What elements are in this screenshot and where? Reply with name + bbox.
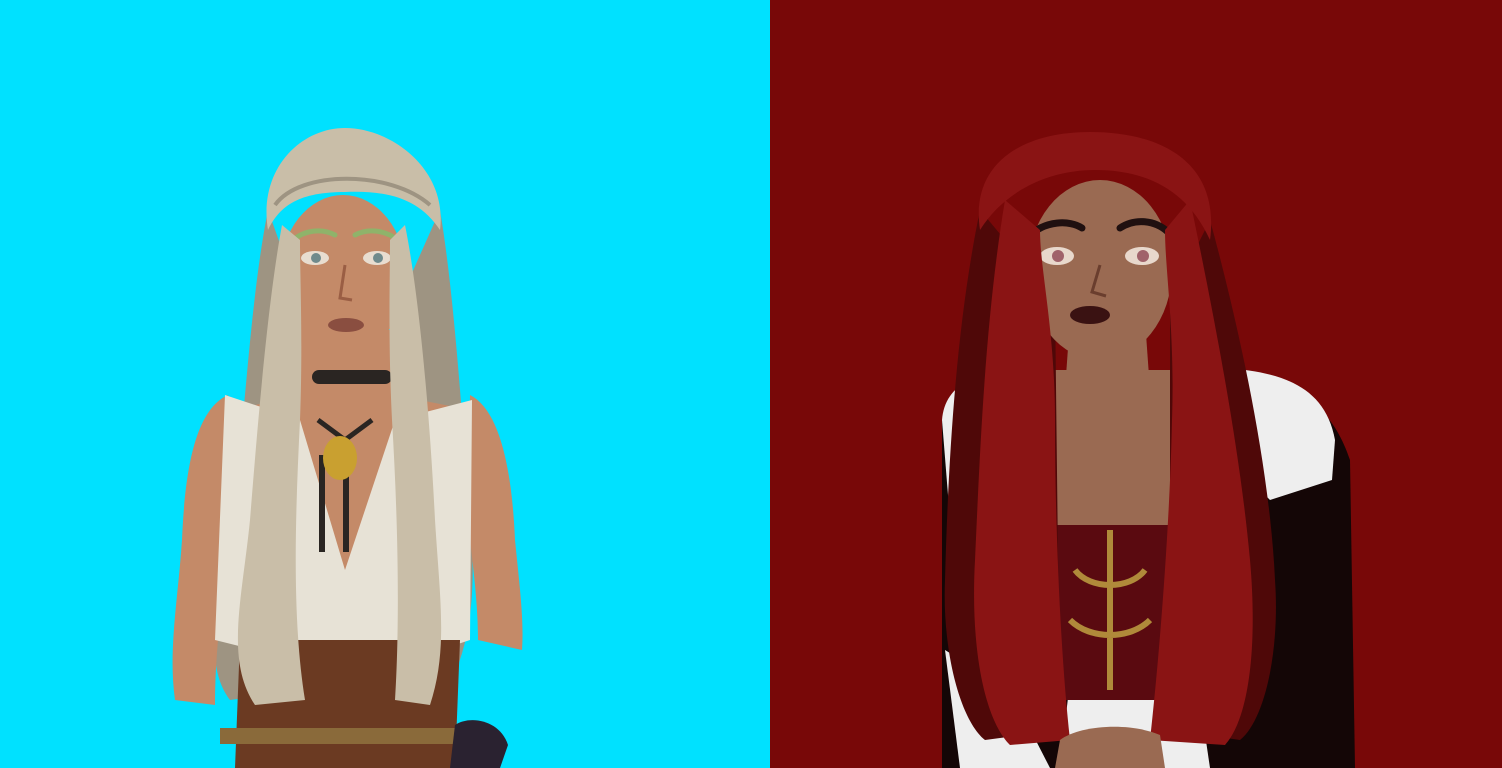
right-portrait-panel xyxy=(770,0,1502,768)
dark-lips xyxy=(1070,306,1110,324)
red-haired-character-illustration xyxy=(770,0,1502,768)
left-portrait-panel xyxy=(0,0,770,768)
blonde-character-illustration xyxy=(0,0,770,768)
choker-necklace xyxy=(312,370,392,384)
gold-pendant xyxy=(323,436,357,480)
right-iris xyxy=(1137,250,1149,262)
belt xyxy=(220,728,470,744)
right-iris xyxy=(373,253,383,263)
mouth xyxy=(328,318,364,332)
left-iris xyxy=(1052,250,1064,262)
left-iris xyxy=(311,253,321,263)
